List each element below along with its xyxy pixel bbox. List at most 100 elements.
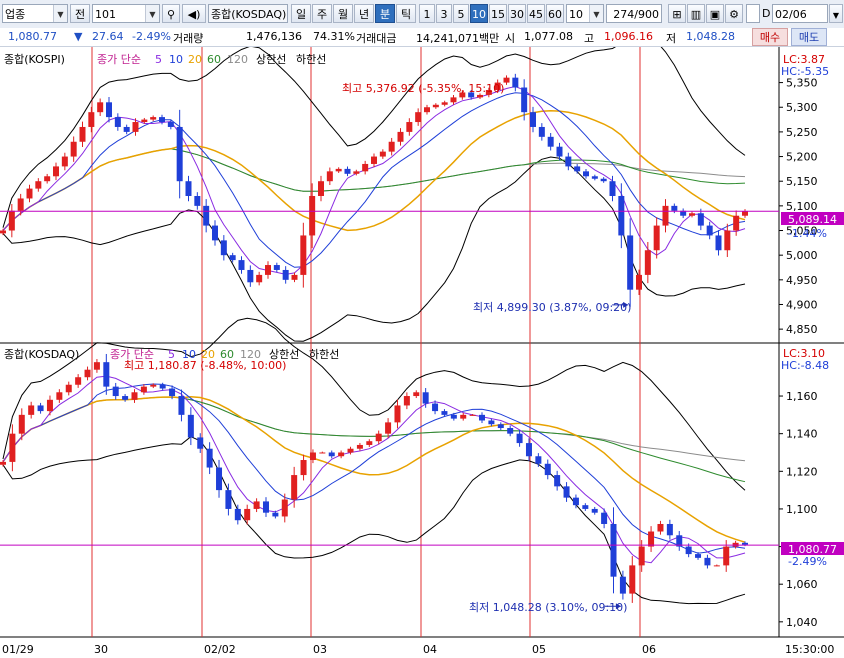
bottom-candle-body	[272, 512, 279, 517]
period-month-button[interactable]: 월	[333, 4, 353, 23]
top-hc-label: HC:-5.35	[781, 65, 829, 78]
top-candle-body	[106, 102, 112, 118]
bottom-candle-body	[413, 392, 420, 397]
market-type-select[interactable]: 업종 ▼	[2, 4, 68, 23]
bottom-candle-body	[385, 422, 392, 434]
interval-3-button[interactable]: 3	[436, 4, 452, 23]
bottom-candle-body	[328, 452, 335, 457]
price-chart[interactable]: 4,8504,9004,9505,0005,0505,1005,1505,200…	[0, 47, 844, 658]
interval-45-button[interactable]: 45	[527, 4, 545, 23]
bottom-y-tick-label: 1,060	[786, 578, 818, 591]
bottom-candle-body	[300, 460, 307, 476]
period-week-label: 주	[316, 8, 328, 21]
top-legend-lower: 하한선	[296, 52, 326, 66]
interval-5-button[interactable]: 5	[453, 4, 469, 23]
interval-60-button[interactable]: 60	[546, 4, 564, 23]
period-year-button[interactable]: 년	[354, 4, 374, 23]
top-candle-body	[600, 178, 607, 182]
change-percent: -2.49%	[132, 30, 171, 43]
bottom-candle-body	[131, 392, 138, 400]
top-candle-body	[114, 117, 121, 127]
count-field[interactable]: 274/900	[606, 4, 662, 23]
top-legend-ma120: 120	[227, 53, 248, 66]
bottom-candle-body	[488, 420, 495, 425]
prev-button[interactable]: 전	[70, 4, 90, 23]
top-candle-body	[326, 171, 333, 182]
top-legend-name: 종합(KOSPI)	[4, 53, 65, 66]
interval-1-button[interactable]: 1	[419, 4, 435, 23]
period-year-label: 년	[358, 8, 370, 21]
top-candle-body	[627, 235, 634, 290]
date-picker-button[interactable]: ▼	[829, 4, 843, 23]
bottom-candle-body	[507, 428, 514, 434]
bottom-candle-body	[291, 475, 298, 500]
period-minute-button[interactable]: 분	[375, 4, 395, 23]
buy-button[interactable]: 매수	[752, 28, 788, 46]
top-candle-body	[565, 156, 572, 167]
period-week-button[interactable]: 주	[312, 4, 332, 23]
top-candle-body	[706, 225, 713, 236]
top-candle-body	[371, 156, 377, 164]
bottom-candle-body	[122, 396, 129, 400]
top-candle-body	[61, 156, 68, 167]
code-input[interactable]: 101 ▼	[92, 4, 160, 23]
bottom-candle-body	[629, 565, 636, 594]
interval-label: 45	[529, 8, 543, 21]
top-candle-body	[335, 168, 342, 172]
bottom-candle-body	[572, 497, 579, 506]
bottom-candle-body	[403, 396, 410, 406]
date-input[interactable]: 02/06	[772, 4, 828, 23]
toolbar: 업종 ▼ 전 101 ▼ ⚲ ◀) 종합(KOSDAQ) 일 주 월 년 분 틱…	[0, 0, 844, 29]
bottom-candle-body	[469, 414, 476, 416]
sound-button[interactable]: ◀)	[182, 4, 206, 23]
chevron-down-icon[interactable]: ▼	[589, 5, 603, 22]
bottom-candle-body	[56, 392, 63, 400]
period-day-button[interactable]: 일	[291, 4, 311, 23]
top-candle-body	[185, 181, 192, 196]
top-candle-body	[220, 240, 227, 256]
bottom-candle-body	[140, 386, 147, 393]
chart-settings-button[interactable]: ⊞	[668, 4, 686, 23]
save-button[interactable]: ▣	[706, 4, 724, 23]
top-legend-ma20: 20	[188, 53, 202, 66]
chevron-down-icon[interactable]: ▼	[145, 5, 159, 22]
chevron-down-icon[interactable]: ▼	[53, 5, 67, 22]
bottom-y-tick-label: 1,100	[786, 503, 818, 516]
interval-10-button[interactable]: 10	[470, 4, 488, 23]
volume-percent: 74.31%	[313, 30, 355, 43]
speaker-icon: ◀)	[187, 8, 201, 21]
index-name: 종합(KOSDAQ)	[211, 8, 287, 21]
interval-15-button[interactable]: 15	[489, 4, 507, 23]
d-checkbox[interactable]	[746, 4, 760, 23]
top-candle-body	[282, 269, 289, 280]
top-candle-body	[530, 112, 536, 127]
chart-period-button[interactable]: ▥	[687, 4, 705, 23]
bottom-candle-body	[441, 411, 448, 415]
interval-label: 15	[491, 8, 505, 21]
bottom-hc-label: HC:-8.48	[781, 359, 829, 372]
top-candle-body	[397, 131, 404, 142]
search-button[interactable]: ⚲	[162, 4, 180, 23]
top-candle-body	[26, 188, 33, 199]
top-candle-body	[167, 122, 174, 127]
top-candle-body	[671, 205, 678, 211]
settings-button[interactable]: ⚙	[725, 4, 743, 23]
x-label-04: 04	[423, 643, 437, 656]
top-candle-body	[733, 215, 740, 231]
top-candle-body	[300, 235, 307, 275]
top-candle-body	[318, 181, 324, 196]
interval-input[interactable]: 10 ▼	[566, 4, 604, 23]
open-value: 1,077.08	[524, 30, 573, 43]
x-label-0129: 01/29	[2, 643, 34, 656]
volume-value: 1,476,136	[246, 30, 302, 43]
top-candle-body	[697, 213, 704, 226]
high-value: 1,096.16	[604, 30, 653, 43]
x-label-0202: 02/02	[204, 643, 236, 656]
buy-label: 매수	[759, 31, 781, 44]
top-candle-body	[724, 230, 731, 251]
top-legend-ma-label: 종가 단순	[97, 53, 141, 66]
interval-30-button[interactable]: 30	[508, 4, 526, 23]
period-tick-button[interactable]: 틱	[396, 4, 416, 23]
current-price: 1,080.77	[8, 30, 57, 43]
sell-button[interactable]: 매도	[791, 28, 827, 46]
